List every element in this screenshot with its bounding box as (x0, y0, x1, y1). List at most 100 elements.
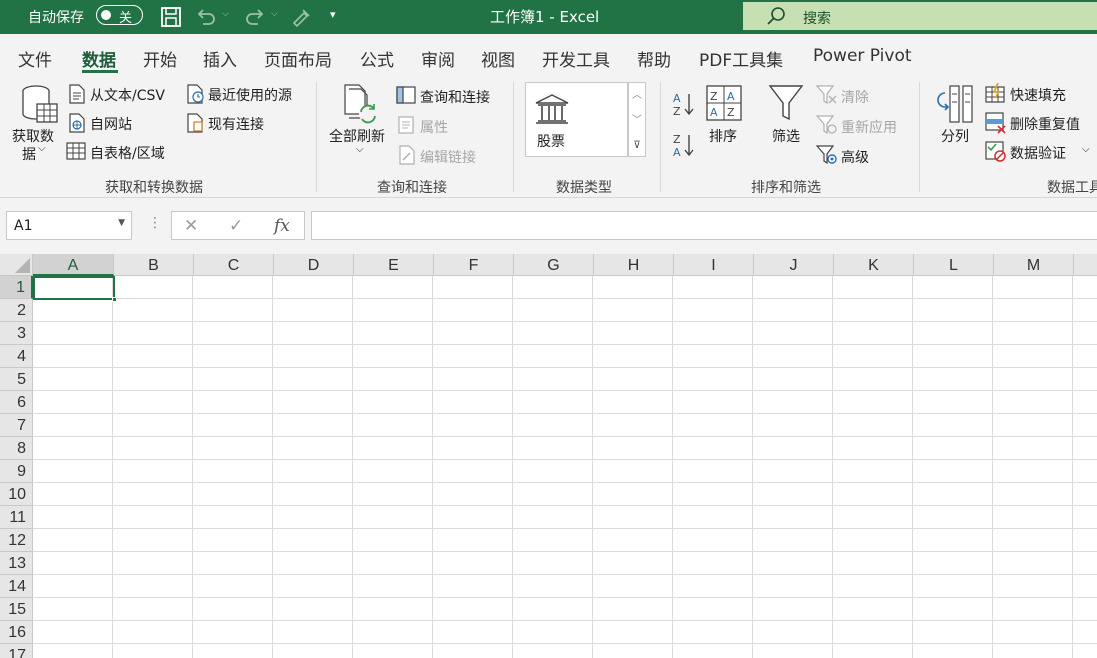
row-header[interactable]: 3 (0, 322, 33, 345)
column-header[interactable]: L (914, 254, 994, 276)
row-header[interactable]: 1 (0, 276, 33, 299)
redo-icon[interactable] (243, 5, 267, 29)
get-data-label-2[interactable]: 据 (22, 144, 36, 164)
save-icon[interactable] (159, 5, 183, 29)
row-header[interactable]: 7 (0, 414, 33, 437)
text-to-columns-icon[interactable] (935, 85, 975, 123)
customize-toolbar-icon[interactable]: ▾ (330, 8, 336, 21)
name-box[interactable]: A1 ▼ (6, 211, 132, 240)
from-web-button[interactable]: 自网站 (90, 114, 132, 134)
undo-icon[interactable] (194, 5, 218, 29)
flash-fill-button[interactable]: 快速填充 (1010, 85, 1066, 105)
get-data-icon[interactable] (19, 84, 59, 128)
row-header[interactable]: 9 (0, 460, 33, 483)
cancel-entry-icon[interactable]: ✕ (184, 216, 198, 236)
column-header[interactable]: G (514, 254, 594, 276)
properties-button[interactable]: 属性 (420, 117, 448, 137)
select-all-button[interactable] (0, 254, 33, 276)
row-header[interactable]: 17 (0, 644, 33, 658)
tab-page-layout[interactable]: 页面布局 (264, 46, 332, 71)
gallery-scroll-down-icon[interactable]: ﹀ (629, 108, 645, 133)
row-header[interactable]: 15 (0, 598, 33, 621)
column-header[interactable]: E (354, 254, 434, 276)
svg-text:Z: Z (727, 106, 735, 119)
row-header[interactable]: 12 (0, 529, 33, 552)
format-painter-icon[interactable] (290, 5, 314, 29)
advanced-button[interactable]: 高级 (841, 147, 869, 167)
queries-connections-button[interactable]: 查询和连接 (420, 87, 490, 107)
get-data-label-1[interactable]: 获取数 (12, 126, 54, 146)
refresh-all-icon[interactable] (343, 84, 379, 126)
column-header[interactable]: F (434, 254, 514, 276)
remove-duplicates-button[interactable]: 删除重复值 (1010, 114, 1080, 134)
row-header[interactable]: 13 (0, 552, 33, 575)
gallery-more-icon[interactable]: ⊽ (629, 133, 645, 158)
redo-dropdown-icon[interactable]: ⌵ (271, 9, 278, 19)
clear-button[interactable]: 清除 (841, 87, 869, 107)
tab-help[interactable]: 帮助 (637, 46, 671, 71)
active-cell[interactable] (33, 276, 117, 302)
data-validation-button[interactable]: 数据验证 (1010, 143, 1066, 163)
column-header[interactable]: J (754, 254, 834, 276)
row-header[interactable]: 8 (0, 437, 33, 460)
sort-descending-icon[interactable]: Z A (672, 132, 696, 158)
fill-handle[interactable] (112, 297, 117, 302)
sort-button[interactable]: 排序 (709, 126, 737, 146)
formula-input[interactable] (311, 211, 1097, 240)
row-header[interactable]: 14 (0, 575, 33, 598)
row-header[interactable]: 10 (0, 483, 33, 506)
gallery-scroll-up-icon[interactable]: ︿ (629, 83, 645, 108)
row-header[interactable]: 16 (0, 621, 33, 644)
column-header[interactable]: H (594, 254, 674, 276)
get-data-dropdown-icon[interactable]: ⌵ (38, 143, 46, 154)
column-header[interactable] (1074, 254, 1097, 276)
cell-area[interactable] (33, 276, 1097, 658)
formula-bar-resize-handle[interactable]: ⋮ (148, 215, 162, 231)
row-header[interactable]: 4 (0, 345, 33, 368)
insert-function-icon[interactable]: fx (274, 216, 290, 236)
column-header[interactable]: A (33, 254, 114, 276)
tab-home[interactable]: 开始 (143, 46, 177, 71)
row-header[interactable]: 2 (0, 299, 33, 322)
tab-formulas[interactable]: 公式 (360, 46, 394, 71)
column-header[interactable]: K (834, 254, 914, 276)
column-header[interactable]: D (274, 254, 354, 276)
confirm-entry-icon[interactable]: ✓ (229, 216, 243, 236)
tab-pdf-tools[interactable]: PDF工具集 (699, 46, 783, 71)
from-table-button[interactable]: 自表格/区域 (90, 143, 165, 163)
data-type-gallery[interactable]: 股票 (525, 82, 628, 157)
filter-icon[interactable] (768, 84, 804, 122)
recent-sources-button[interactable]: 最近使用的源 (208, 85, 292, 105)
tab-power-pivot[interactable]: Power Pivot (813, 46, 912, 66)
refresh-all-button[interactable]: 全部刷新 (329, 126, 385, 146)
existing-connections-button[interactable]: 现有连接 (208, 114, 264, 134)
row-header[interactable]: 11 (0, 506, 33, 529)
group-separator (513, 82, 514, 192)
column-header[interactable]: B (114, 254, 194, 276)
gallery-scrollbar[interactable]: ︿ ﹀ ⊽ (628, 82, 646, 157)
column-header[interactable]: C (194, 254, 274, 276)
filter-button[interactable]: 筛选 (772, 126, 800, 146)
tab-view[interactable]: 视图 (481, 46, 515, 71)
row-header[interactable]: 6 (0, 391, 33, 414)
name-box-dropdown-icon[interactable]: ▼ (118, 218, 125, 228)
tab-developer[interactable]: 开发工具 (542, 46, 610, 71)
autosave-toggle[interactable]: 关 (96, 5, 143, 26)
refresh-dropdown-icon[interactable]: ⌵ (356, 144, 364, 155)
edit-links-button[interactable]: 编辑链接 (420, 147, 476, 167)
column-header[interactable]: I (674, 254, 754, 276)
sort-ascending-icon[interactable]: A Z (672, 91, 696, 117)
sort-icon[interactable]: Z A A Z (706, 85, 742, 121)
data-validation-dropdown-icon[interactable]: ⌵ (1082, 144, 1090, 155)
from-text-csv-button[interactable]: 从文本/CSV (90, 85, 165, 105)
tab-insert[interactable]: 插入 (203, 46, 237, 71)
column-header[interactable]: M (994, 254, 1074, 276)
reapply-button[interactable]: 重新应用 (841, 117, 897, 137)
text-to-columns-button[interactable]: 分列 (941, 126, 969, 146)
row-header[interactable]: 5 (0, 368, 33, 391)
tab-file[interactable]: 文件 (18, 46, 52, 71)
tab-review[interactable]: 审阅 (421, 46, 455, 71)
undo-dropdown-icon[interactable]: ⌵ (222, 9, 229, 19)
tab-data[interactable]: 数据 (82, 46, 116, 71)
search-box[interactable]: 搜索 (743, 2, 1097, 30)
